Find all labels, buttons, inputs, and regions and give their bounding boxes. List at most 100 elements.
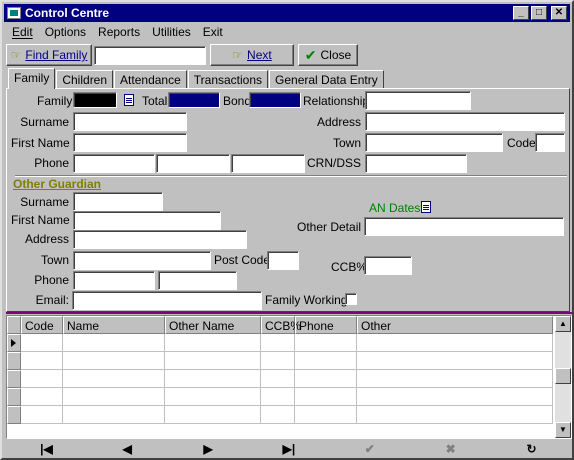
- phone-label: Phone: [34, 156, 69, 170]
- ccb-percent-field[interactable]: [364, 256, 412, 275]
- og-address-field[interactable]: [73, 230, 247, 249]
- close-button[interactable]: ✔ Close: [298, 44, 358, 66]
- crn-dss-label: CRN/DSS: [306, 156, 361, 170]
- og-address-label: Address: [24, 232, 69, 246]
- town-label: Town: [332, 136, 361, 150]
- og-surname-field[interactable]: [73, 192, 163, 211]
- first-record-icon[interactable]: |◀: [34, 442, 58, 456]
- email-field[interactable]: [72, 291, 262, 310]
- other-detail-field[interactable]: [364, 217, 564, 236]
- children-grid: Code Name Other Name CCB% Phone Other ▲ …: [6, 315, 572, 439]
- family-working-label: Family Working:: [265, 293, 351, 307]
- first-name-field[interactable]: [73, 133, 187, 152]
- scroll-up-icon[interactable]: ▲: [555, 316, 571, 332]
- checkmark-icon: ✔: [304, 46, 317, 63]
- tab-transactions[interactable]: Transactions: [187, 70, 269, 89]
- table-row[interactable]: [7, 406, 553, 424]
- relationship-label: Relationship: [303, 94, 370, 108]
- surname-field[interactable]: [73, 112, 187, 131]
- an-dates-icon[interactable]: [421, 201, 431, 213]
- cancel-record-icon[interactable]: ✖: [439, 442, 463, 456]
- grid-corner: [7, 316, 21, 334]
- phone-field-1[interactable]: [73, 154, 155, 173]
- table-row[interactable]: [7, 388, 553, 406]
- og-town-field[interactable]: [73, 251, 211, 270]
- column-header-other[interactable]: Other: [357, 316, 553, 334]
- grid-separator: [6, 312, 572, 314]
- first-name-label: First Name: [11, 136, 70, 150]
- bond-label: Bond: [223, 94, 252, 108]
- scroll-down-icon[interactable]: ▼: [555, 422, 571, 438]
- bond-field[interactable]: [249, 92, 301, 108]
- next-icon: ☞: [232, 48, 244, 62]
- row-indicator: [7, 352, 21, 370]
- menu-exit[interactable]: Exit: [197, 25, 229, 41]
- total-field[interactable]: [168, 92, 220, 108]
- row-indicator: [7, 370, 21, 388]
- find-family-label: Find Family: [25, 48, 88, 62]
- column-header-other-name[interactable]: Other Name: [165, 316, 261, 334]
- og-first-name-label: First Name: [11, 213, 70, 227]
- og-surname-label: Surname: [20, 195, 69, 209]
- find-icon: ☞: [10, 48, 22, 62]
- tab-children[interactable]: Children: [56, 70, 114, 89]
- row-indicator: [7, 406, 21, 424]
- row-indicator: [7, 334, 21, 352]
- family-working-checkbox[interactable]: [345, 293, 357, 305]
- last-record-icon[interactable]: ▶|: [277, 442, 301, 456]
- menu-options[interactable]: Options: [39, 25, 92, 41]
- address-field[interactable]: [365, 112, 565, 131]
- menu-reports[interactable]: Reports: [92, 25, 146, 41]
- phone-field-2[interactable]: [156, 154, 230, 173]
- next-record-icon[interactable]: ▶: [196, 442, 220, 456]
- address-label: Address: [316, 115, 361, 129]
- maximize-button[interactable]: □: [531, 6, 547, 20]
- window-title: Control Centre: [25, 6, 109, 20]
- tab-family[interactable]: Family: [8, 68, 56, 89]
- table-row[interactable]: [7, 370, 553, 388]
- title-bar[interactable]: Control Centre _ □ ✕: [4, 4, 570, 22]
- minimize-button[interactable]: _: [513, 6, 529, 20]
- column-header-code[interactable]: Code: [21, 316, 63, 334]
- relationship-field[interactable]: [365, 91, 471, 110]
- table-row[interactable]: [7, 334, 553, 352]
- og-phone-field-1[interactable]: [73, 271, 155, 290]
- og-phone-field-2[interactable]: [158, 271, 237, 290]
- post-code-label: Post Code: [214, 253, 271, 267]
- og-town-label: Town: [40, 253, 69, 267]
- other-guardian-title: Other Guardian: [13, 177, 102, 191]
- post-code-field[interactable]: [267, 251, 299, 270]
- document-icon[interactable]: [124, 94, 134, 106]
- tab-strip: Family Children Attendance Transactions …: [8, 68, 385, 89]
- menu-utilities[interactable]: Utilities: [146, 25, 197, 41]
- other-detail-label: Other Detail: [297, 220, 362, 234]
- post-record-icon[interactable]: ✔: [358, 442, 382, 456]
- prior-record-icon[interactable]: ◀: [115, 442, 139, 456]
- find-family-button[interactable]: ☞ Find Family: [6, 44, 92, 66]
- crn-dss-field[interactable]: [365, 154, 467, 173]
- ccb-percent-label: CCB%: [331, 260, 368, 274]
- tab-attendance[interactable]: Attendance: [114, 70, 187, 89]
- menu-edit[interactable]: Edit: [6, 25, 39, 41]
- column-header-phone[interactable]: Phone: [295, 316, 357, 334]
- family-code-field[interactable]: [73, 92, 117, 108]
- family-panel: Family: Total Bond Relationship Surname …: [6, 88, 570, 312]
- column-header-name[interactable]: Name: [63, 316, 165, 334]
- og-first-name-field[interactable]: [73, 211, 221, 230]
- column-header-ccb[interactable]: CCB%: [261, 316, 301, 334]
- vertical-scrollbar[interactable]: ▲ ▼: [555, 316, 571, 438]
- row-indicator: [7, 388, 21, 406]
- refresh-icon[interactable]: ↻: [519, 442, 543, 456]
- grid-header: Code Name Other Name CCB% Phone Other: [7, 316, 553, 334]
- find-family-input[interactable]: [94, 46, 206, 65]
- record-navigator: |◀ ◀ ▶ ▶| ✔ ✖ ↻: [6, 440, 572, 458]
- tab-general-data-entry[interactable]: General Data Entry: [269, 70, 384, 89]
- next-button[interactable]: ☞ Next: [210, 44, 294, 66]
- an-dates-label: AN Dates: [369, 201, 421, 215]
- close-window-button[interactable]: ✕: [551, 6, 567, 20]
- phone-field-3[interactable]: [231, 154, 305, 173]
- town-field[interactable]: [365, 133, 503, 152]
- code-field[interactable]: [535, 133, 565, 152]
- scroll-thumb[interactable]: [555, 368, 571, 384]
- table-row[interactable]: [7, 352, 553, 370]
